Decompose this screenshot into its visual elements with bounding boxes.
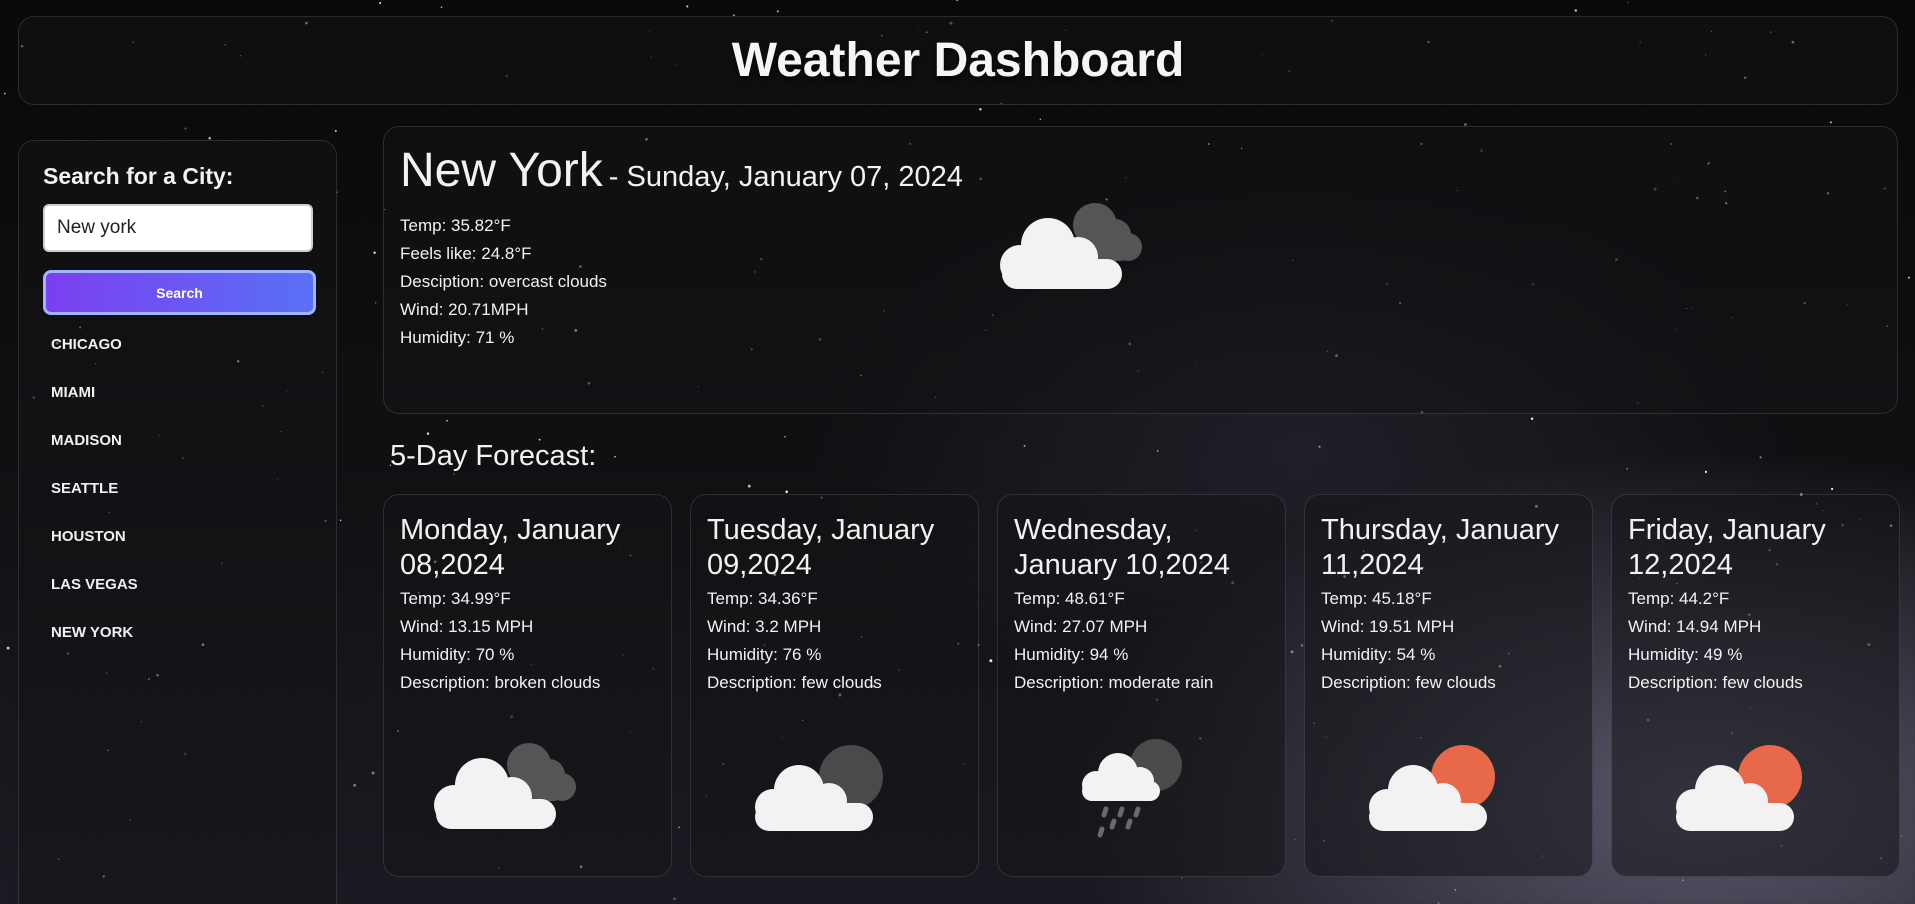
forecast-temp: Temp: 45.18°F [1321,589,1432,608]
forecast-description: Description: broken clouds [400,673,601,692]
broken-clouds-icon [434,743,576,829]
forecast-card-day-2: Tuesday, January 09,2024 Temp: 34.36°F W… [690,494,979,877]
search-heading: Search for a City: [43,163,234,189]
sidebar: Search for a City: Search CHICAGO MIAMI … [18,140,337,904]
page-title: Weather Dashboard [731,34,1185,87]
history-item-miami[interactable]: MIAMI [43,381,312,429]
current-date: - Sunday, January 07, 2024 [608,161,963,193]
history-item-seattle[interactable]: SEATTLE [43,477,312,525]
current-humidity: Humidity: 71 % [400,328,515,347]
few-clouds-day-icon [1369,745,1495,831]
current-weather-card: New York - Sunday, January 07, 2024 Temp… [383,126,1898,414]
header: Weather Dashboard [18,16,1898,105]
forecast-wind: Wind: 19.51 MPH [1321,617,1455,636]
forecast-temp: Temp: 44.2°F [1628,589,1730,608]
forecast-description: Description: moderate rain [1014,673,1214,692]
forecast-heading: 5-Day Forecast: [390,440,597,472]
forecast-card-day-3: Wednesday, January 10,2024 Temp: 48.61°F… [997,494,1286,877]
history-item-chicago[interactable]: CHICAGO [43,333,312,381]
forecast-humidity: Humidity: 49 % [1628,645,1743,664]
rain-icon [1082,739,1182,838]
few-clouds-night-icon [755,745,883,831]
forecast-humidity: Humidity: 54 % [1321,645,1436,664]
city-search-input[interactable] [43,204,313,252]
history-item-houston[interactable]: HOUSTON [43,525,312,573]
forecast-humidity: Humidity: 76 % [707,645,822,664]
history-item-madison[interactable]: MADISON [43,429,312,477]
forecast-card-day-5: Friday, January 12,2024 Temp: 44.2°F Win… [1611,494,1900,877]
search-button[interactable]: Search [43,270,316,315]
history-item-new-york[interactable]: NEW YORK [43,621,312,669]
search-history-list: CHICAGO MIAMI MADISON SEATTLE HOUSTON LA… [43,333,312,669]
forecast-card-day-4: Thursday, January 11,2024 Temp: 45.18°F … [1304,494,1593,877]
current-city-name: New York [400,144,603,197]
forecast-description: Description: few clouds [1628,673,1803,692]
forecast-humidity: Humidity: 94 % [1014,645,1129,664]
current-title: New York - Sunday, January 07, 2024 [400,143,1881,198]
forecast-temp: Temp: 34.99°F [400,589,511,608]
forecast-temp: Temp: 34.36°F [707,589,818,608]
forecast-date: Thursday, January 11,2024 [1321,514,1560,581]
forecast-card-day-1: Monday, January 08,2024 Temp: 34.99°F Wi… [383,494,672,877]
forecast-description: Description: few clouds [1321,673,1496,692]
forecast-wind: Wind: 3.2 MPH [707,617,822,636]
overcast-clouds-icon [1000,203,1142,289]
forecast-date: Wednesday, January 10,2024 [1014,514,1231,581]
forecast-wind: Wind: 13.15 MPH [400,617,534,636]
forecast-description: Description: few clouds [707,673,882,692]
forecast-temp: Temp: 48.61°F [1014,589,1125,608]
forecast-wind: Wind: 27.07 MPH [1014,617,1148,636]
few-clouds-day-icon [1676,745,1802,831]
forecast-date: Friday, January 12,2024 [1628,514,1826,581]
forecast-humidity: Humidity: 70 % [400,645,515,664]
forecast-wind: Wind: 14.94 MPH [1628,617,1762,636]
forecast-date: Monday, January 08,2024 [400,514,621,581]
forecast-date: Tuesday, January 09,2024 [707,514,935,581]
history-item-las-vegas[interactable]: LAS VEGAS [43,573,312,621]
